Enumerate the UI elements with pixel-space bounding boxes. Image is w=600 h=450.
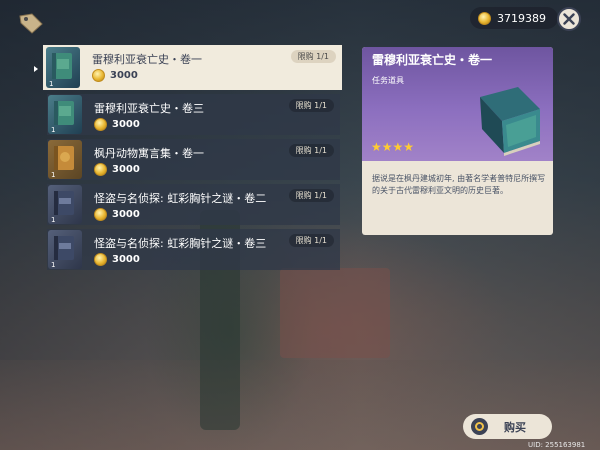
- price-value: 3000: [110, 70, 138, 81]
- currency-amount: 3719389: [497, 11, 546, 25]
- item-description: 据说是在枫丹建城初年, 由著名学者普特尼所撰写的关于古代雷穆利亚文明的历史巨著。: [372, 174, 546, 195]
- shop-item-3[interactable]: 1 怪盗与名侦探: 虹彩胸针之谜・卷二 3000 限购 1/1: [47, 184, 340, 225]
- purchase-limit-badge: 限购 1/1: [288, 189, 334, 202]
- purchase-limit-badge: 限购 1/1: [288, 234, 334, 247]
- selected-indicator-icon: [34, 66, 38, 72]
- item-detail-title: 雷穆利亚衰亡史・卷一: [372, 53, 493, 67]
- rarity-stars: ★★★★: [371, 140, 415, 154]
- item-count: 1: [51, 171, 56, 179]
- item-name: 雷穆利亚衰亡史・卷一: [92, 53, 202, 66]
- item-price: 3000: [94, 208, 140, 221]
- item-price: 3000: [94, 118, 140, 131]
- shop-tag-icon: [19, 13, 43, 34]
- price-value: 3000: [112, 119, 140, 130]
- price-value: 3000: [112, 209, 140, 220]
- mora-coin-icon: [94, 163, 107, 176]
- mora-coin-icon: [94, 118, 107, 131]
- item-count: 1: [49, 80, 54, 88]
- blue-book-icon: 1: [48, 95, 82, 134]
- item-name: 雷穆利亚衰亡史・卷三: [94, 102, 204, 115]
- item-count: 1: [51, 126, 56, 134]
- currency-display: 3719389: [470, 7, 558, 29]
- close-icon: [563, 13, 575, 25]
- item-detail-panel: 雷穆利亚衰亡史・卷一 任务道具 ★★★★ 据说是在枫丹建城初年, 由著名学者普特…: [362, 47, 553, 235]
- buy-label: 购买: [504, 420, 526, 434]
- price-value: 3000: [112, 254, 140, 265]
- item-price: 3000: [94, 253, 140, 266]
- background-chest: [280, 268, 390, 358]
- close-button[interactable]: [557, 7, 581, 31]
- item-name: 枫丹动物寓言集・卷一: [94, 147, 204, 160]
- shop-item-2[interactable]: 1 枫丹动物寓言集・卷一 3000 限购 1/1: [47, 139, 340, 180]
- orange-book-icon: 1: [48, 140, 82, 179]
- buy-button[interactable]: 购买: [463, 414, 552, 439]
- purchase-limit-badge: 限购 1/1: [288, 144, 334, 157]
- item-count: 1: [51, 216, 56, 224]
- purchase-limit-badge: 限购 1/1: [288, 99, 334, 112]
- purchase-limit-badge: 限购 1/1: [290, 50, 336, 63]
- dark-book-icon: 1: [48, 185, 82, 224]
- price-value: 3000: [112, 164, 140, 175]
- confirm-icon: [471, 418, 488, 435]
- player-uid: UID: 255163981: [528, 441, 586, 449]
- shop-item-1[interactable]: 1 雷穆利亚衰亡史・卷三 3000 限购 1/1: [47, 94, 340, 135]
- item-price: 3000: [92, 69, 138, 82]
- blue-book-icon: 1: [46, 47, 80, 88]
- item-detail-type: 任务道具: [372, 76, 404, 85]
- shop-item-0[interactable]: 1 雷穆利亚衰亡史・卷一 3000 限购 1/1: [43, 45, 342, 90]
- item-name: 怪盗与名侦探: 虹彩胸针之谜・卷二: [94, 192, 267, 205]
- item-detail-header: 雷穆利亚衰亡史・卷一 任务道具 ★★★★: [362, 47, 553, 161]
- shop-item-4[interactable]: 1 怪盗与名侦探: 虹彩胸针之谜・卷三 3000 限购 1/1: [47, 229, 340, 270]
- book-icon: [480, 87, 540, 156]
- item-name: 怪盗与名侦探: 虹彩胸针之谜・卷三: [94, 237, 267, 250]
- mora-coin-icon: [478, 11, 491, 25]
- mora-coin-icon: [92, 69, 105, 82]
- mora-coin-icon: [94, 253, 107, 266]
- item-price: 3000: [94, 163, 140, 176]
- dark-book-icon: 1: [48, 230, 82, 269]
- item-count: 1: [51, 261, 56, 269]
- mora-coin-icon: [94, 208, 107, 221]
